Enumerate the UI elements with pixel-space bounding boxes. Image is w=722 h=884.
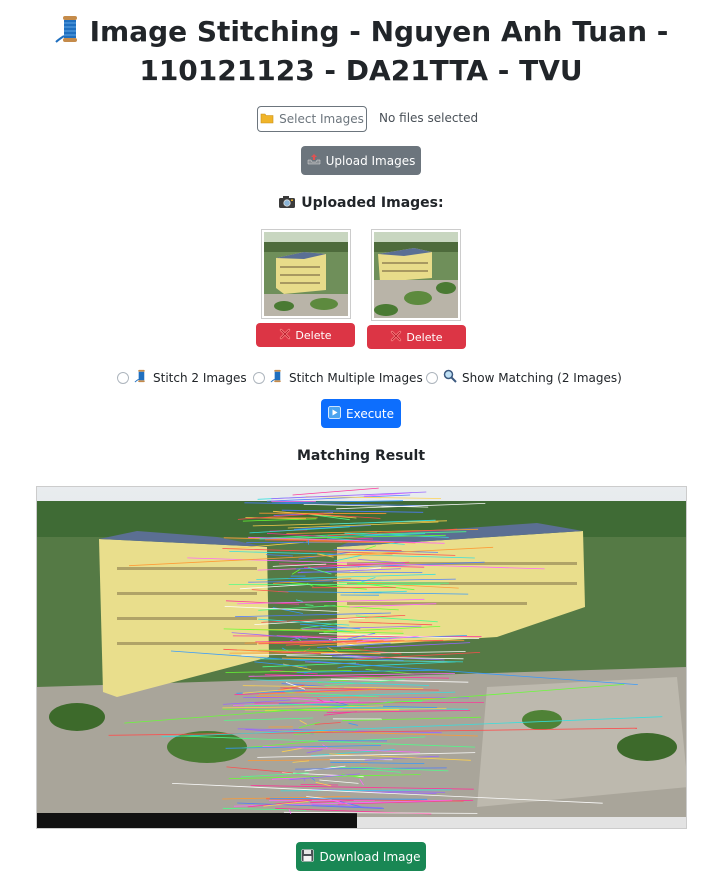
download-image-button[interactable]: Download Image [296, 842, 426, 871]
folder-icon [260, 112, 274, 127]
thread-spool-icon [270, 369, 284, 386]
mode-show-matching-radio[interactable] [426, 371, 438, 384]
cross-icon [390, 330, 402, 345]
magnifier-icon [443, 369, 457, 386]
floppy-disk-icon [301, 848, 315, 865]
mode-stitch-2-option[interactable]: Stitch 2 Images [117, 369, 247, 386]
mode-show-matching-option[interactable]: Show Matching (2 Images) [426, 369, 622, 386]
upload-images-button[interactable]: Upload Images [301, 146, 421, 175]
mode-stitch-multiple-option[interactable]: Stitch Multiple Images [253, 369, 423, 386]
uploaded-image-1 [261, 229, 351, 319]
execute-button[interactable]: Execute [321, 399, 401, 428]
download-image-label: Download Image [319, 849, 421, 864]
cross-icon [279, 328, 291, 343]
mode-stitch-2-radio[interactable] [117, 371, 129, 384]
camera-icon [278, 195, 296, 211]
page-title-text: Image Stitching - Nguyen Anh Tuan - 1101… [89, 15, 669, 87]
mode-stitch-multiple-radio[interactable] [253, 371, 265, 384]
upload-images-label: Upload Images [325, 153, 416, 168]
delete-image-2-button[interactable]: Delete [367, 325, 466, 349]
select-images-label: Select Images [279, 112, 364, 126]
page-title: Image Stitching - Nguyen Anh Tuan - 1101… [0, 14, 722, 89]
file-status-text: No files selected [379, 111, 479, 125]
thread-spool-icon [134, 369, 148, 386]
execute-label: Execute [346, 406, 394, 421]
delete-image-1-button[interactable]: Delete [256, 323, 355, 347]
result-heading: Matching Result [296, 448, 426, 464]
file-input-row: Select Images No files selected [0, 106, 722, 134]
uploaded-images-title: Uploaded Images: [301, 195, 444, 211]
thread-spool-icon [54, 14, 84, 53]
matching-result-visual [37, 487, 686, 828]
matching-result-image [36, 486, 687, 829]
uploaded-images-heading: Uploaded Images: [0, 194, 722, 212]
match-line [300, 784, 339, 786]
delete-label: Delete [406, 330, 443, 344]
mode-show-matching-label: Show Matching (2 Images) [462, 370, 622, 385]
mode-stitch-multiple-label: Stitch Multiple Images [289, 370, 423, 385]
mode-stitch-2-label: Stitch 2 Images [153, 370, 247, 385]
delete-label: Delete [295, 328, 332, 342]
match-line [254, 702, 485, 704]
uploaded-image-2 [371, 229, 461, 321]
outbox-tray-icon [307, 153, 321, 168]
play-icon [328, 405, 341, 422]
mode-options: Stitch 2 Images Stitch Multiple Images S… [0, 369, 722, 387]
select-images-button[interactable]: Select Images [257, 106, 367, 132]
